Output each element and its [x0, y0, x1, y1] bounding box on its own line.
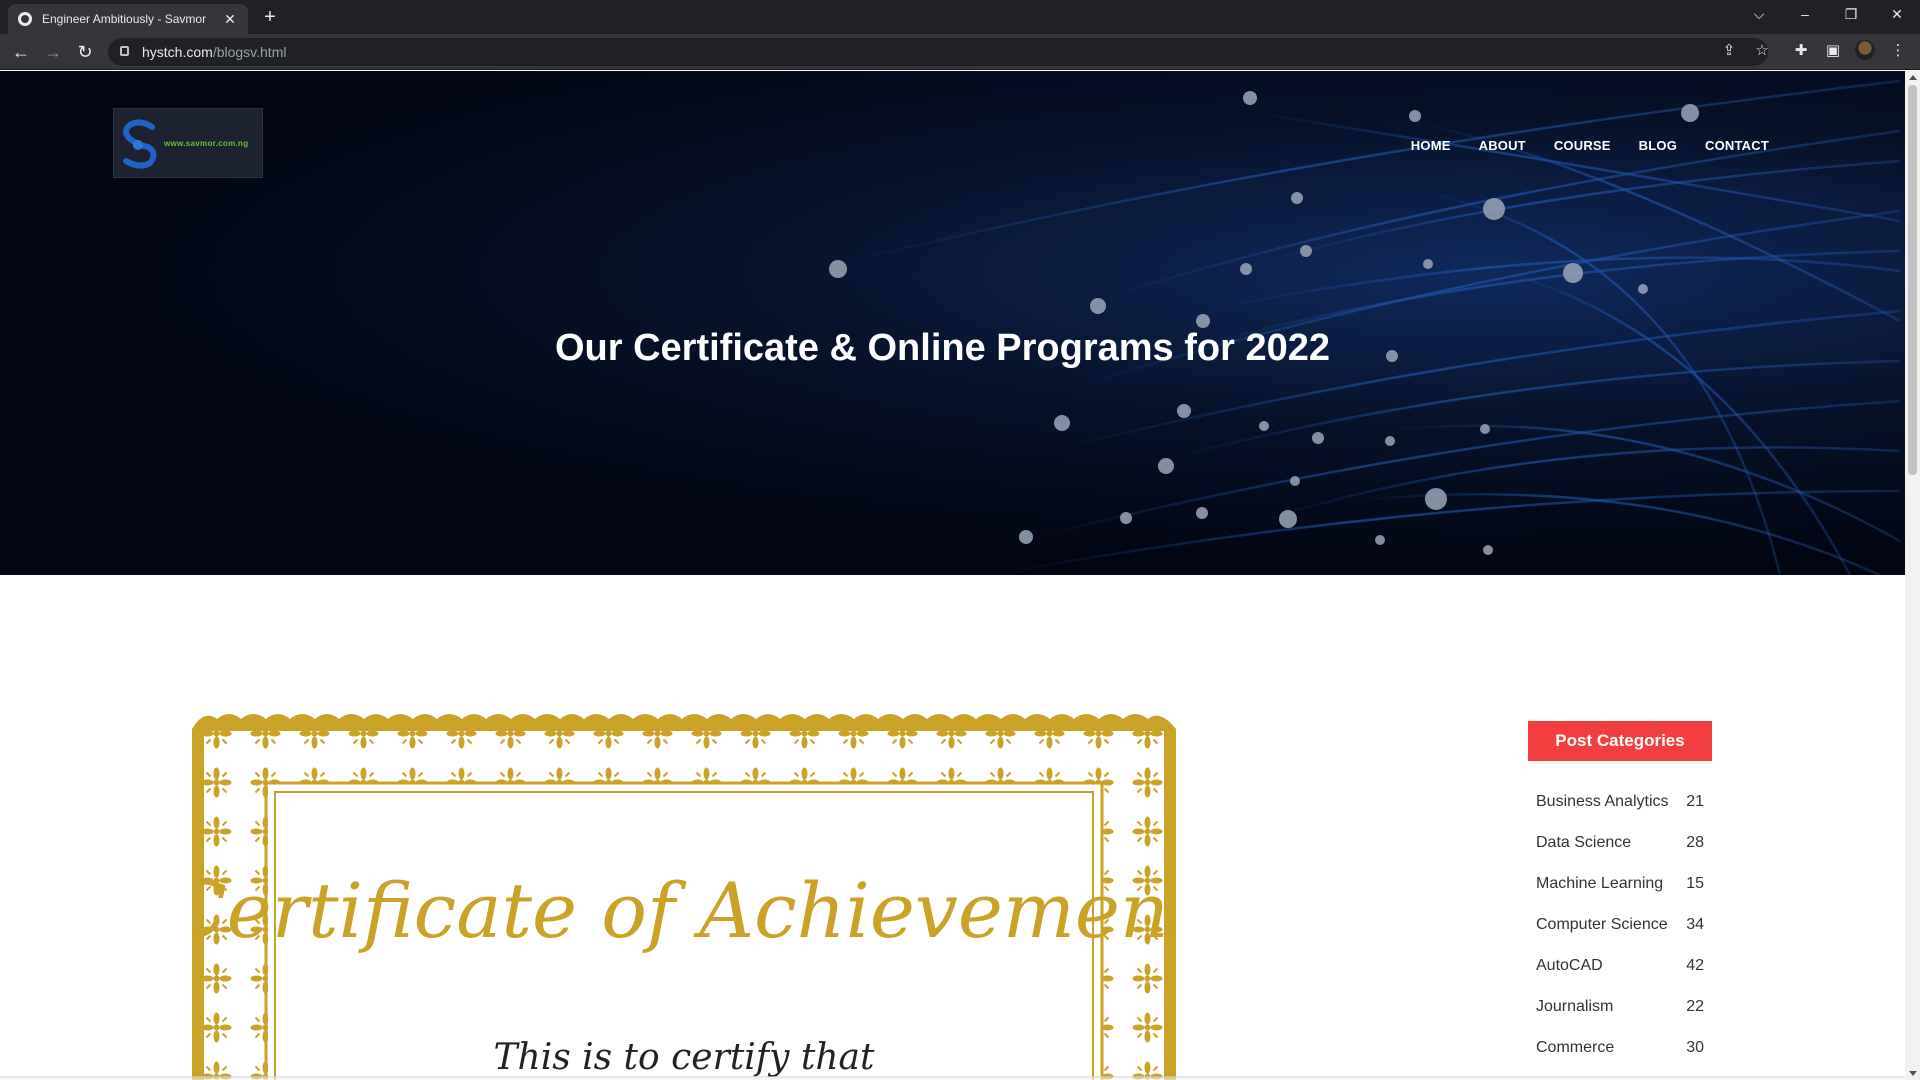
page-title: Our Certificate & Online Programs for 20…: [554, 327, 1330, 369]
category-name[interactable]: Business Analytics: [1536, 781, 1669, 822]
category-list: Business Analytics 21 Data Science 28 Ma…: [1528, 781, 1712, 1068]
hero-banner: www.savmor.com.ng HOME ABOUT COURSE BLOG…: [0, 71, 1905, 575]
globe-icon: [18, 12, 32, 26]
profile-avatar[interactable]: [1855, 40, 1875, 60]
back-icon[interactable]: ←: [8, 39, 34, 65]
category-count: 15: [1686, 875, 1704, 892]
certificate-heading: Certificate of Achievement: [192, 866, 1176, 955]
category-count: 42: [1686, 957, 1704, 974]
category-item[interactable]: Commerce 30: [1528, 1027, 1712, 1068]
tab-search-icon[interactable]: ⌵: [1736, 0, 1782, 30]
site-logo[interactable]: www.savmor.com.ng: [113, 108, 263, 178]
browser-tab[interactable]: Engineer Ambitiously - Savmor ✕: [8, 4, 248, 34]
reload-icon[interactable]: ↻: [72, 39, 98, 65]
main-navigation: HOME ABOUT COURSE BLOG CONTACT: [1411, 138, 1769, 153]
scroll-down-icon[interactable]: [1909, 1071, 1917, 1076]
category-name[interactable]: Commerce: [1536, 1027, 1614, 1068]
tab-title: Engineer Ambitiously - Savmor: [42, 12, 207, 26]
side-panel-icon[interactable]: ▣: [1820, 38, 1846, 64]
sidebar-title: Post Categories: [1528, 721, 1712, 761]
category-item[interactable]: Machine Learning 15: [1528, 863, 1712, 904]
nav-home[interactable]: HOME: [1411, 138, 1451, 153]
tab-close-icon[interactable]: ✕: [222, 11, 238, 27]
category-count: 28: [1686, 834, 1704, 851]
category-count: 34: [1686, 916, 1704, 933]
page-viewport: www.savmor.com.ng HOME ABOUT COURSE BLOG…: [0, 71, 1905, 1080]
category-item[interactable]: Computer Science 34: [1528, 904, 1712, 945]
page-scrollbar[interactable]: [1905, 71, 1920, 1080]
post-categories-widget: Post Categories Business Analytics 21 Da…: [1528, 721, 1712, 1068]
category-count: 22: [1686, 998, 1704, 1015]
star-icon[interactable]: ☆: [1749, 38, 1775, 64]
logo-text: www.savmor.com.ng: [164, 139, 249, 148]
category-item[interactable]: AutoCAD 42: [1528, 945, 1712, 986]
category-count: 30: [1686, 1039, 1704, 1056]
forward-icon[interactable]: →: [40, 39, 66, 65]
address-bar[interactable]: hystch.com/blogsv.html: [108, 38, 1768, 66]
menu-icon[interactable]: ⋮: [1885, 38, 1911, 64]
close-window-button[interactable]: ✕: [1874, 0, 1920, 30]
scroll-up-icon[interactable]: [1909, 75, 1917, 80]
extensions-icon[interactable]: ✚: [1788, 38, 1814, 64]
category-item[interactable]: Data Science 28: [1528, 822, 1712, 863]
new-tab-button[interactable]: +: [258, 6, 282, 30]
logo-s-icon: [123, 119, 157, 169]
nav-blog[interactable]: BLOG: [1639, 138, 1677, 153]
category-name[interactable]: Machine Learning: [1536, 863, 1663, 904]
category-count: 21: [1686, 793, 1704, 810]
url-path: /blogsv.html: [212, 44, 287, 60]
bottom-edge: [0, 1076, 1905, 1080]
category-name[interactable]: AutoCAD: [1536, 945, 1603, 986]
share-icon[interactable]: ⇪: [1716, 38, 1742, 64]
browser-toolbar: ← → ↻ hystch.com/blogsv.html ⇪ ☆ ✚ ▣ ⋮: [0, 34, 1920, 70]
category-item[interactable]: Journalism 22: [1528, 986, 1712, 1027]
scrollbar-thumb[interactable]: [1908, 85, 1917, 475]
certificate-subheading: This is to certify that: [494, 1037, 876, 1078]
category-name[interactable]: Computer Science: [1536, 904, 1668, 945]
browser-tab-strip: Engineer Ambitiously - Savmor ✕ + ⌵ – ❐ …: [0, 0, 1920, 34]
restore-button[interactable]: ❐: [1828, 0, 1874, 30]
nav-about[interactable]: ABOUT: [1479, 138, 1526, 153]
nav-contact[interactable]: CONTACT: [1705, 138, 1769, 153]
category-item[interactable]: Business Analytics 21: [1528, 781, 1712, 822]
category-name[interactable]: Data Science: [1536, 822, 1631, 863]
lock-icon[interactable]: [120, 46, 129, 56]
nav-course[interactable]: COURSE: [1554, 138, 1611, 153]
certificate-image: Certificate of Achievement This is to ce…: [192, 714, 1176, 1080]
minimize-button[interactable]: –: [1782, 0, 1828, 30]
url-host: hystch.com: [142, 44, 213, 60]
category-name[interactable]: Journalism: [1536, 986, 1613, 1027]
